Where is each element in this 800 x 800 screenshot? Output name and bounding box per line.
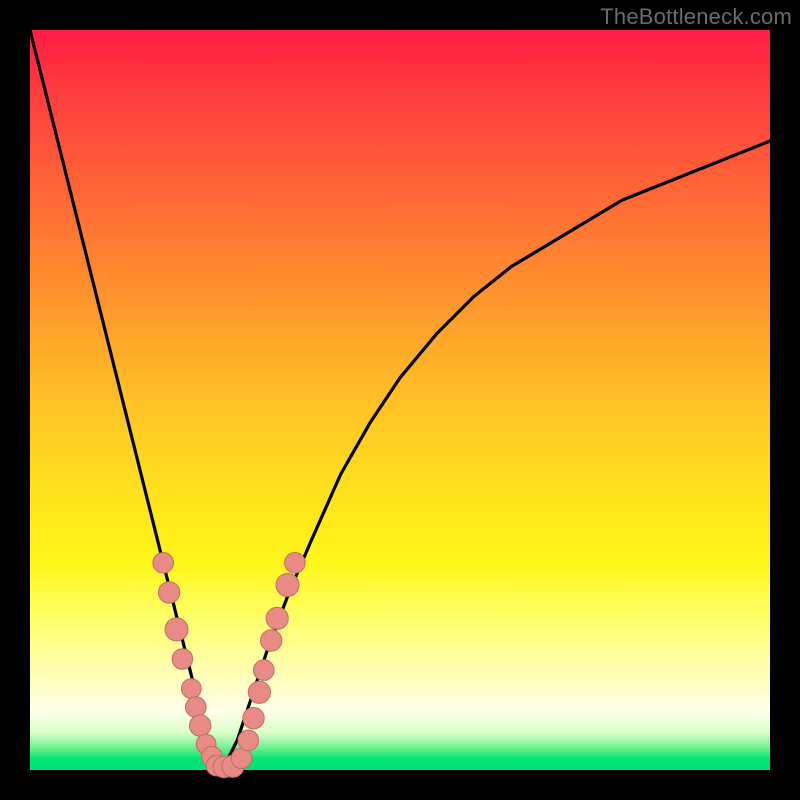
- marker-left-3: [172, 649, 193, 670]
- curve-left-branch: [30, 30, 222, 770]
- chart-svg: [30, 30, 770, 770]
- marker-right-1: [243, 708, 264, 729]
- marker-left-6: [190, 715, 211, 736]
- marker-right-0: [238, 730, 259, 751]
- bottleneck-curves: [30, 30, 770, 770]
- marker-right-5: [266, 607, 288, 629]
- marker-left-1: [158, 582, 179, 603]
- data-markers: [153, 553, 305, 778]
- marker-right-7: [285, 553, 306, 574]
- watermark-text: TheBottleneck.com: [600, 4, 792, 30]
- chart-frame: TheBottleneck.com: [0, 0, 800, 800]
- marker-left-4: [181, 679, 201, 699]
- marker-right-4: [261, 630, 282, 651]
- marker-right-2: [248, 681, 270, 703]
- marker-right-3: [254, 660, 275, 681]
- marker-left-0: [153, 553, 174, 574]
- curve-right-branch: [222, 141, 770, 770]
- marker-left-5: [186, 697, 207, 718]
- marker-left-2: [165, 618, 188, 641]
- marker-right-6: [276, 574, 299, 597]
